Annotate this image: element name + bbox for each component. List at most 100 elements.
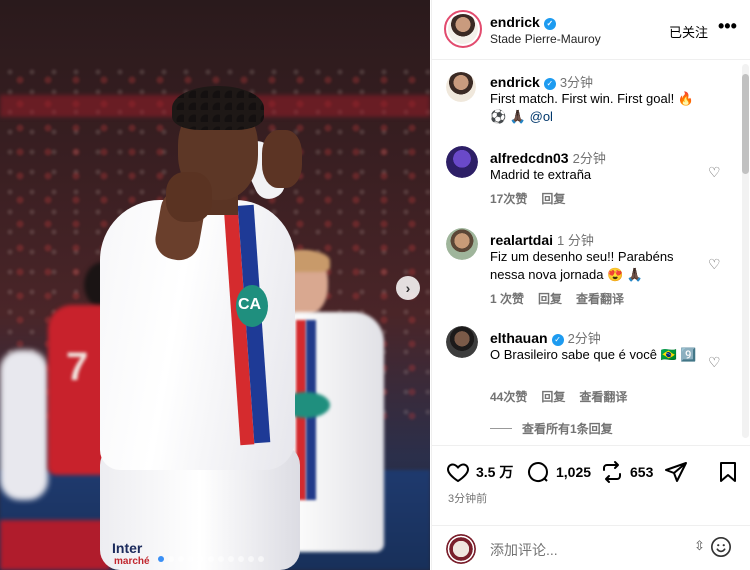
verified-icon: ✓ [543,77,556,90]
comment-meta: realartdai 1 分钟 [490,230,594,249]
more-options-icon[interactable]: ••• [718,16,737,37]
post-actions-bar: 3.5 万 1,025 653 3分钟前 [432,445,750,515]
see-translation-button[interactable]: 查看翻译 [576,290,624,307]
post-panel: endrick ✓ Stade Pierre-Mauroy 已关注 ••• end… [431,0,750,570]
sponsor-badge-text: CA [238,296,262,313]
emoji-icon[interactable] [710,536,732,558]
following-button[interactable]: 已关注 [669,22,708,41]
comment-likes[interactable]: 1 次赞 [490,290,524,307]
reply-button[interactable]: 回复 [541,190,565,207]
comment-avatar[interactable] [446,326,478,358]
posted-time[interactable]: 3分钟前 [448,490,487,506]
comment-actions: 1 次赞 回复 查看翻译 [490,290,624,307]
repost-action[interactable]: 653 [600,460,653,484]
comment-text: O Brasileiro sabe que é você 🇧🇷 9️⃣ [490,347,697,362]
post-location[interactable]: Stade Pierre-Mauroy [490,32,601,46]
caption-author[interactable]: endrick [490,74,540,90]
comment-author[interactable]: alfredcdn03 [490,150,569,166]
comment-actions: 44次赞 回复 查看翻译 [490,388,627,405]
carousel-next-button[interactable]: › [396,276,420,300]
background-player-left [0,350,48,500]
comment-actions: 17次赞 回复 [490,190,565,207]
share-action[interactable] [664,460,688,484]
share-icon[interactable] [664,460,688,484]
scrollbar-thumb[interactable] [742,74,749,174]
comment-item: alfredcdn03 2分钟 Madrid te extraña 17次赞 回复… [432,144,737,214]
comments-scrollbar[interactable] [742,64,749,438]
comment-text: Fiz um desenho seu!! Parabéns nessa nova… [490,249,674,282]
view-replies-button[interactable]: 查看所有1条回复 [490,420,613,437]
comment-likes[interactable]: 44次赞 [490,388,527,405]
like-action[interactable]: 3.5 万 [446,460,513,484]
chevron-right-icon: › [405,280,411,296]
author-avatar[interactable] [444,10,482,48]
carousel-dot[interactable] [198,556,204,562]
see-translation-button[interactable]: 查看翻译 [579,388,627,405]
bookmark-icon[interactable] [716,460,740,484]
repost-icon[interactable] [600,460,624,484]
comment-input[interactable]: 添加评论... [490,540,558,560]
comment-author[interactable]: elthauan [490,330,548,346]
author-username[interactable]: endrick ✓ [490,14,556,30]
comment-icon[interactable] [526,460,550,484]
caption: endrick ✓ 3分钟 First match. First win. Firs… [432,68,737,138]
verified-icon: ✓ [551,333,564,346]
sponsor-text: Inter [112,540,143,556]
likes-count: 3.5 万 [476,464,514,480]
caption-text: First match. First win. First goal! 🔥 ⚽ … [490,90,730,126]
carousel-dot[interactable] [188,556,194,562]
caption-meta: endrick ✓ 3分钟 [490,72,593,91]
comment-action[interactable]: 1,025 [526,460,591,484]
view-replies-text[interactable]: 查看所有1条回复 [522,420,613,437]
carousel-dot[interactable] [258,556,264,562]
comment-composer: 添加评论... ⇳ [432,525,750,570]
comment-likes[interactable]: 17次赞 [490,190,527,207]
reply-button[interactable]: 回复 [541,388,565,405]
comment-item: elthauan ✓ 2分钟 O Brasileiro sabe que é voc… [432,324,737,437]
verified-icon: ✓ [543,17,556,30]
heart-icon[interactable]: ♡ [708,256,721,273]
carousel-dot[interactable] [208,556,214,562]
author-name-text[interactable]: endrick [490,14,540,30]
save-action[interactable] [716,460,740,484]
carousel-dot[interactable] [158,556,164,562]
reposts-count: 653 [630,464,654,480]
comment-time: 2分钟 [572,151,606,166]
comments-list[interactable]: endrick ✓ 3分钟 First match. First win. Firs… [432,60,750,440]
caption-avatar[interactable] [446,72,476,102]
comment-meta: elthauan ✓ 2分钟 [490,328,601,347]
comment-avatar[interactable] [446,146,478,178]
heart-icon[interactable]: ♡ [708,164,721,181]
comment-avatar[interactable] [446,228,478,260]
caption-mention[interactable]: @ol [530,109,553,124]
viewer-avatar[interactable] [446,534,476,564]
comment-time: 1 分钟 [557,233,594,248]
comment-author[interactable]: realartdai [490,232,553,248]
main-player-hair [172,86,264,130]
carousel-dot[interactable] [238,556,244,562]
jersey-number: 7 [66,345,89,389]
carousel-dots [158,556,264,562]
carousel-dot[interactable] [218,556,224,562]
caption-body: First match. First win. First goal! 🔥 [490,91,694,106]
comment-text: Madrid te extraña [490,167,592,182]
ad-board-red [0,520,110,570]
reply-button[interactable]: 回复 [538,290,562,307]
heart-icon[interactable]: ♡ [708,354,721,371]
heart-icon[interactable] [446,460,470,484]
post-header: endrick ✓ Stade Pierre-Mauroy 已关注 ••• [432,0,750,60]
sponsor-subtext: marché [114,556,150,567]
main-player-pointing-fist [166,172,212,222]
carousel-dot[interactable] [178,556,184,562]
carousel-dot[interactable] [228,556,234,562]
replies-divider [490,428,512,429]
caption-time: 3分钟 [559,75,594,90]
post-photo[interactable]: 7 CA Inter marché › [0,0,430,570]
comment-item: realartdai 1 分钟 Fiz um desenho seu!! Para… [432,226,737,306]
resize-icon[interactable]: ⇳ [694,538,705,554]
carousel-dot[interactable] [248,556,254,562]
comments-count: 1,025 [556,464,592,480]
comment-time: 2分钟 [567,331,601,346]
carousel-dot[interactable] [168,556,174,562]
comment-meta: alfredcdn03 2分钟 [490,148,606,167]
